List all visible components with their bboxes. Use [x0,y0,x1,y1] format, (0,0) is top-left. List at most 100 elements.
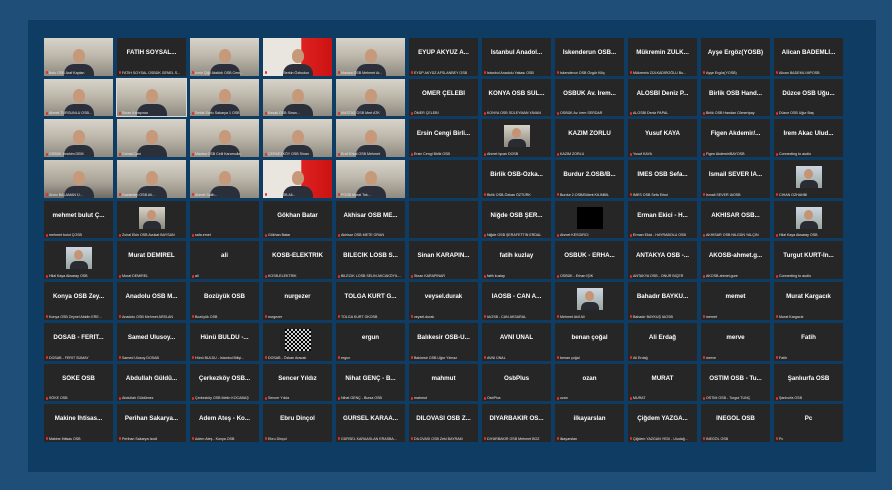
participant-tile[interactable] [409,160,478,198]
participant-tile[interactable]: Makine İhtisas... Makine İhtisas OSB [44,404,113,442]
participant-tile[interactable]: Yusuf KAYA Yusuf KAYA [628,119,697,158]
participant-tile[interactable]: Burdur 2.OSB/B... Burdur 2.OSB/Bülent KIL… [555,160,624,198]
participant-tile[interactable]: ergun ergun [336,322,405,361]
participant-tile[interactable]: memet memet [701,282,770,320]
participant-tile[interactable]: OSBÜK - ERHA... OSBÜK - Erhan IŞIK [555,241,624,280]
participant-tile[interactable]: TOLGA KURT G... TOLGA KURT GKOSB [336,282,405,320]
participant-tile[interactable]: Nihat GENÇ - B... Nihat GENÇ - Bursa OSB [336,363,405,402]
participant-tile[interactable]: ozan ozan [555,363,624,402]
participant-tile[interactable]: Sedat Sarkı Sakarya 1 OSB [190,78,259,117]
participant-tile[interactable]: Ercif Erkal OSB Mehmet [336,119,405,158]
participant-tile[interactable]: OSTİM OSB - Tu... OSTİM OSB - Turgut TUNÇ [701,363,770,402]
participant-tile[interactable]: KOSB-ELEKTRİK KOSB-ELEKTRİK [263,241,332,280]
participant-tile[interactable]: Şanlıurfa OSB Şanlıurfa OSB [774,363,843,402]
participant-tile[interactable]: AKHİSAR OSB... AKHİSAR OSB NİLGÜN YALÇIN [701,200,770,239]
participant-tile[interactable]: OSBÜK Av. İrem... OSBÜK Av. İrem SERDAR [555,78,624,117]
participant-tile[interactable]: Gökhan Batar Gökhan Batar [263,200,332,239]
participant-tile[interactable]: Ahmet TURGUNLU OSB... [44,78,113,117]
participant-tile[interactable]: İAOSB - CAN A... İAOSB - CAN AKSARAL [482,282,551,320]
participant-tile[interactable]: Gaziantep OSB Ali... [117,160,186,198]
participant-tile[interactable]: veysel.durak veysel.durak [409,282,478,320]
participant-tile[interactable]: Alsim BALAMAN Ü... [44,160,113,198]
participant-tile[interactable]: Samed Ulusoy... Samed Ulusoy DOSAB [117,322,186,361]
participant-tile[interactable]: DOSAB - FERİT... DOSAB - FERİT SÜMAY [44,322,113,361]
participant-tile[interactable]: İstanbul Anadol... İstanbul Anadolu Yakas… [482,38,551,76]
participant-tile[interactable]: nurgezer nurgezer [263,282,332,320]
participant-tile[interactable]: OSBÜK İbrahim DEM [44,119,113,158]
participant-tile[interactable]: Mükremin ZÜLK... Mükremin ZÜLKADİROĞLU Bu… [628,38,697,76]
participant-tile[interactable]: İzmir Çiğli Atatürk OSB Cem... [190,38,259,76]
participant-tile[interactable]: Ersin Cengi Birli... Ersin Cengi Birlik O… [409,119,478,158]
participant-tile[interactable]: mehmet bulut Ç... mehmet bulut ÇOSB [44,200,113,239]
participant-tile[interactable]: safa.emet [190,200,259,239]
participant-tile[interactable]: İskenderun OSB... İskenderun OSB Özgür Ki… [555,38,624,76]
participant-tile[interactable]: ANTAKYA OSB -... ANTAKYA OSB - ONUR BİÇER [628,241,697,280]
participant-tile[interactable] [409,200,478,239]
participant-tile[interactable]: EYÜP AKYÜZ A... EYÜP AKYÜZ AFSLANBEY OSB [409,38,478,76]
participant-tile[interactable]: Figen Akdemir/... Figen Akdemir/BAYOSB [701,119,770,158]
participant-tile[interactable]: Hilal Kaya Aksaray OSB [44,241,113,280]
participant-tile[interactable]: Bolu OSB Araf Kaplan [44,38,113,76]
participant-tile[interactable]: GÜRSEL KARAA... GÜRSEL KARAASLAN ERASBA..… [336,404,405,442]
participant-tile[interactable]: Çiğdem YAZGA... Çiğdem YAZGAN YEDİ - Ulud… [628,404,697,442]
participant-tile[interactable]: MOSTIM Berkin Özbudun [263,38,332,76]
participant-tile[interactable]: MURAT MURAT [628,363,697,402]
participant-tile[interactable]: Kavak OSB Sinan... [263,78,332,117]
participant-tile[interactable]: Akhisar OSB ME... Akhisar OSB METE ORAN [336,200,405,239]
participant-tile[interactable]: Adem Ateş - Ko... Adem Ateş - Konya OSB [190,404,259,442]
participant-tile[interactable]: İrem Akac Ulud... Connecting to audio [774,119,843,158]
participant-tile[interactable]: FATİH SOYSAL... FATİH SOYSAL OSBÜK GENEL … [117,38,186,76]
participant-tile[interactable]: Konya OSB Zey... Konya OSB Zeynel Abidin … [44,282,113,320]
participant-tile[interactable]: Turgut KURT-İn... Connecting to audio [774,241,843,280]
participant-tile[interactable]: KONYA OSB SÜL... KONYA OSB SÜLEYMAN YAVAN [482,78,551,117]
participant-tile[interactable]: ÖMER ÇELEBİ ÖMER ÇELEBİ [409,78,478,117]
participant-tile[interactable]: Hünü BULDU -... Hünü BULDU - İstanbul Bil… [190,322,259,361]
participant-tile[interactable]: Fatih Fatih [774,322,843,361]
participant-tile[interactable]: Birlik OSB Hand... Birlik OSB Handan Cöme… [701,78,770,117]
participant-tile[interactable]: Balıkesir OSB-U... Balıkesir OSB Uğur Yıl… [409,322,478,361]
participant-tile[interactable]: DOSAB - Özkan Aracak [263,322,332,361]
participant-tile[interactable]: Alican BADEMLİ... Alican BADEMLİ MPOSB [774,38,843,76]
participant-tile[interactable]: fatih kuzlay fatih kuzlay [482,241,551,280]
participant-tile[interactable]: CİHAN OZHANBİ [774,160,843,198]
participant-tile[interactable]: ÇERKEZKÖY OSB Sinan [263,119,332,158]
participant-tile[interactable]: AKOSB-ahmet.g... AKOSB-ahmet.gure [701,241,770,280]
participant-tile[interactable]: ilkayarslan ilkayarslan [555,404,624,442]
participant-tile[interactable]: ali ali [190,241,259,280]
participant-tile[interactable]: Niğde OSB ŞER... Niğde OSB ŞERAFETTİN ERD… [482,200,551,239]
participant-tile[interactable]: ALOSBİ Deniz P... ALOSBİ Deniz PAPAL [628,78,697,117]
participant-tile[interactable]: Ahmet Salih... [190,160,259,198]
participant-tile[interactable]: Cemal Cam [117,119,186,158]
participant-tile[interactable]: Sinan KARAPIN... Sinan KARAPINAR [409,241,478,280]
participant-tile[interactable]: Perihan Sakarya... Perihan Sakarya İzodi [117,404,186,442]
participant-tile[interactable]: Ahmet İşcan DOSB [482,119,551,158]
participant-tile[interactable]: Manisa OSB Mehmet Ar... [336,38,405,76]
participant-tile[interactable]: Bozüyük OSB Bozüyük OSB [190,282,259,320]
participant-tile[interactable]: Manisa OSB Celil Karamolla [190,119,259,158]
participant-tile[interactable]: Abdullah Güldü... Abdullah Güldümez [117,363,186,402]
participant-tile[interactable]: KAZIM ZORLU KAZIM ZORLU [555,119,624,158]
participant-tile[interactable]: İNEGÖL OSB İNEGÖL OSB [701,404,770,442]
participant-tile[interactable]: Murat Kargacık Murat Kargacık [774,282,843,320]
participant-tile[interactable]: Murat DEMİREL Murat DEMİREL [117,241,186,280]
participant-tile[interactable]: Birlik OSB-Özka... Birlik OSB-Özkan ÖZTÜR… [482,160,551,198]
participant-tile[interactable]: Anadolu OSB M... Anadolu OSB Mehmet ARSLA… [117,282,186,320]
participant-tile[interactable]: Mehmet Akif Ali [555,282,624,320]
participant-tile[interactable]: İMES OSB Sefa... İMES OSB Sefa Erkul [628,160,697,198]
participant-tile[interactable]: Hilal Kaya Aksaray OSB [774,200,843,239]
participant-tile[interactable]: AVNİ ÜNAL AVNİ ÜNAL [482,322,551,361]
participant-tile[interactable]: SÖKE OSB SÖKE OSB [44,363,113,402]
participant-tile[interactable]: DİYARBAKIR OS... DİYARBAKIR OSB Mehmet BO… [482,404,551,442]
participant-tile[interactable]: DİLOVASI OSB Z... DİLOVASI OSB Zeki BAYRA… [409,404,478,442]
participant-tile[interactable]: Erman Ekici - H... Erman Ekici - HAYRABOL… [628,200,697,239]
participant-tile[interactable]: Bahadır BAYKU... Bahadır BAYKUŞ İAOSB [628,282,697,320]
participant-tile[interactable]: OsbPlus OsbPlus [482,363,551,402]
participant-tile[interactable]: benan çoğal benan çoğal [555,322,624,361]
participant-tile[interactable]: MASTAŞ OSB Mert ATK [336,78,405,117]
participant-tile[interactable]: mahmut mahmut [409,363,478,402]
participant-tile[interactable]: Pc Pc [774,404,843,442]
participant-tile[interactable]: merve merve [701,322,770,361]
participant-tile[interactable]: Ayşe Ergöz(YOSB) Ayşe Ergöz(YOSB) [701,38,770,76]
participant-tile[interactable]: Düzce OSB Uğu... Düzce OSB Uğur Baş [774,78,843,117]
participant-tile[interactable]: Çerkezköy OSB... Çerkezköy OSB Metin KOCA… [190,363,259,402]
